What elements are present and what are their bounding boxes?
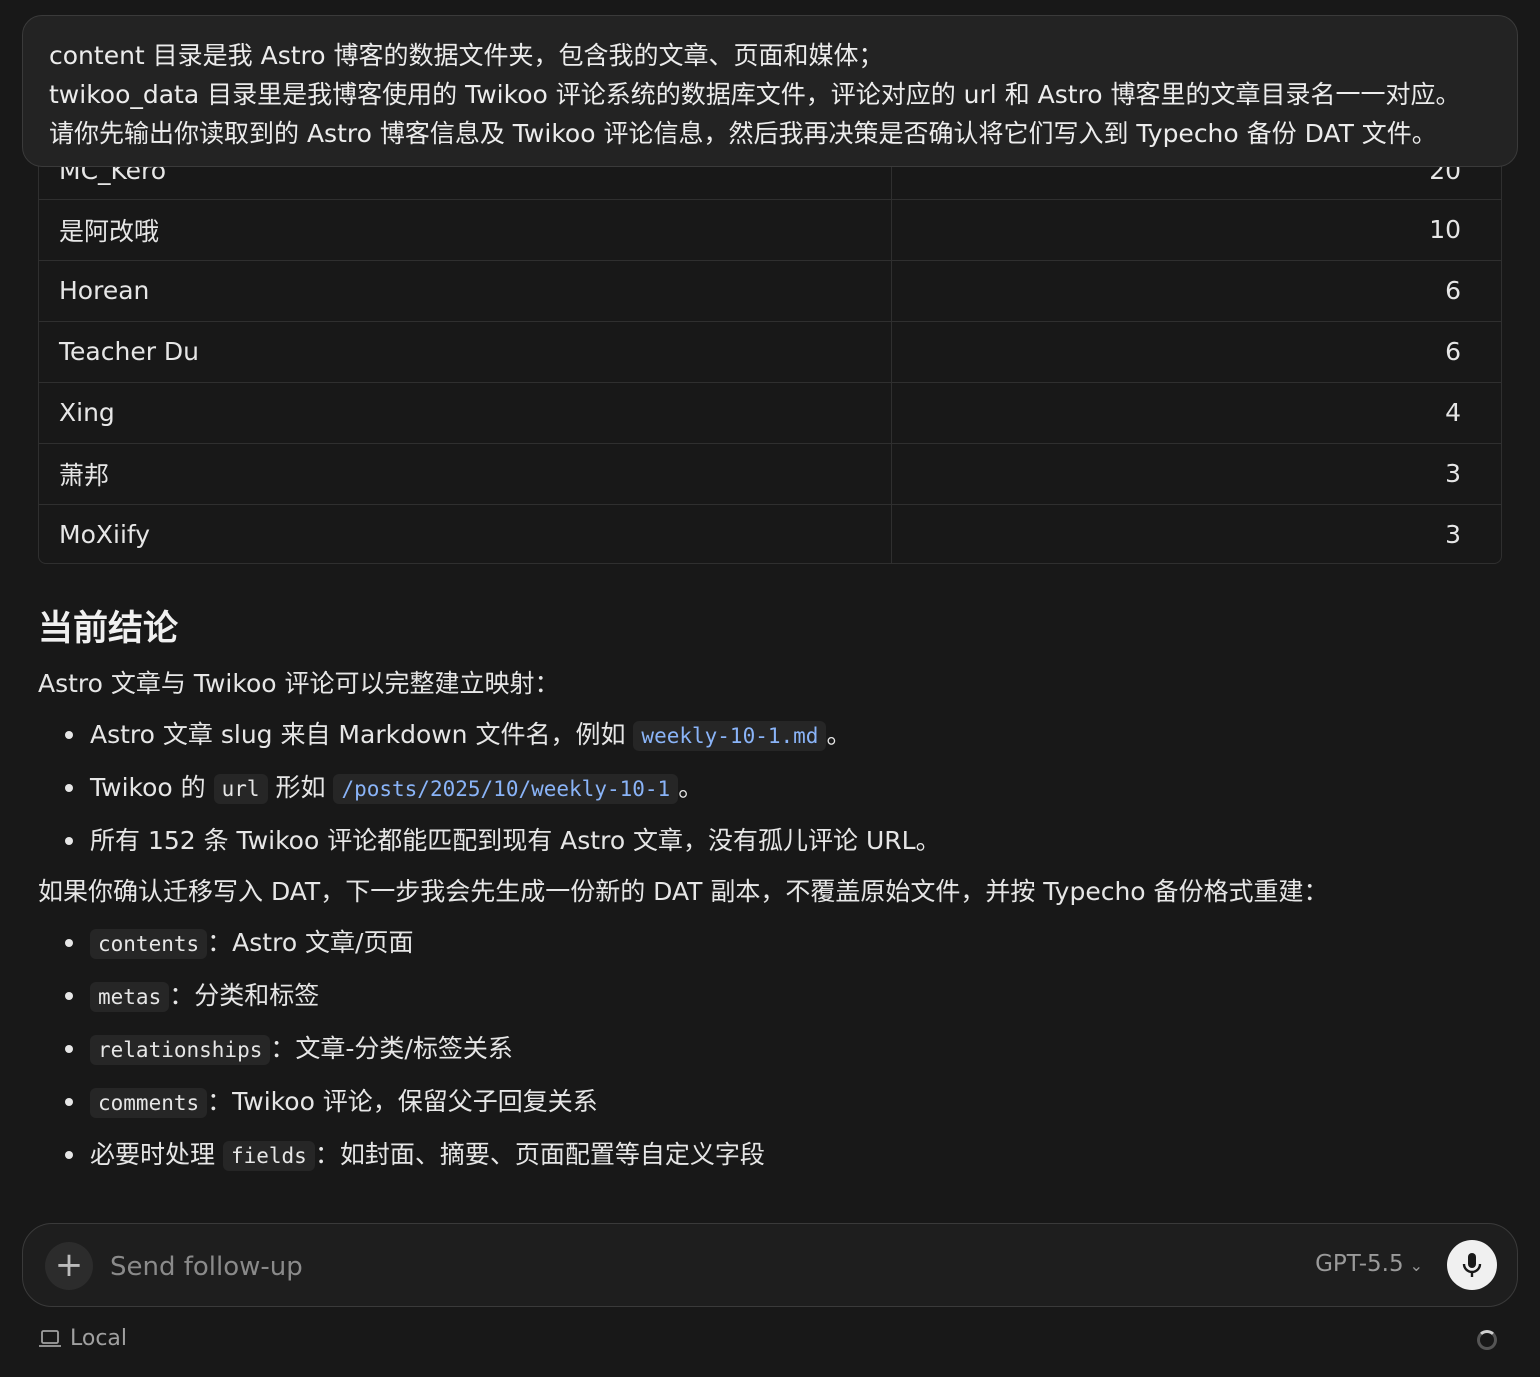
item-text: Twikoo 的 bbox=[90, 773, 214, 802]
commenter-name: 是阿改哦 bbox=[39, 199, 892, 261]
comment-count: 6 bbox=[891, 260, 1501, 322]
inline-code: weekly-10-1.md bbox=[633, 721, 827, 751]
list-item: Astro 文章 slug 来自 Markdown 文件名，例如 weekly-… bbox=[65, 709, 1502, 762]
microphone-icon bbox=[1462, 1253, 1482, 1277]
item-text: ：Astro 文章/页面 bbox=[207, 928, 414, 957]
follow-up-input[interactable] bbox=[108, 1246, 1012, 1288]
list-item: Twikoo 的 url 形如 /posts/2025/10/weekly-10… bbox=[65, 762, 1502, 815]
assistant-response: 当前结论 Astro 文章与 Twikoo 评论可以完整建立映射： Astro … bbox=[38, 600, 1502, 1182]
inline-code: metas bbox=[90, 982, 170, 1012]
item-text: 。 bbox=[826, 720, 852, 749]
inline-code: relationships bbox=[90, 1035, 271, 1065]
inline-code: url bbox=[213, 774, 268, 804]
conclusion-heading: 当前结论 bbox=[38, 609, 179, 649]
list-item: contents ：Astro 文章/页面 bbox=[65, 917, 1502, 970]
table-row: 萧邦 3 bbox=[39, 443, 1501, 505]
laptop-icon bbox=[39, 1329, 61, 1347]
environment-label: Local bbox=[70, 1326, 128, 1351]
comment-count: 3 bbox=[891, 443, 1501, 505]
item-text: ：文章-分类/标签关系 bbox=[270, 1034, 513, 1063]
table-row: MoXiify 3 bbox=[39, 504, 1501, 563]
item-text: 形如 bbox=[267, 773, 334, 802]
model-selector[interactable]: GPT-5.5 ⌄ bbox=[1315, 1251, 1423, 1277]
chevron-down-icon: ⌄ bbox=[1409, 1256, 1423, 1275]
commenter-table: MC_Kero 20 是阿改哦 10 Horean 6 Teacher Du 6… bbox=[38, 138, 1502, 564]
list-item: metas ：分类和标签 bbox=[65, 970, 1502, 1023]
comment-count: 4 bbox=[891, 382, 1501, 444]
commenter-name: Horean bbox=[39, 260, 892, 322]
item-text: ：Twikoo 评论，保留父子回复关系 bbox=[207, 1087, 598, 1116]
plus-icon: + bbox=[54, 1245, 84, 1285]
prompt-line: twikoo_data 目录里是我博客使用的 Twikoo 评论系统的数据库文件… bbox=[49, 80, 1461, 109]
table-row: 是阿改哦 10 bbox=[39, 199, 1501, 261]
inline-code: /posts/2025/10/weekly-10-1 bbox=[333, 774, 679, 804]
item-text: ：如封面、摘要、页面配置等自定义字段 bbox=[314, 1140, 765, 1169]
comment-count: 10 bbox=[891, 199, 1501, 261]
item-text: 必要时处理 bbox=[90, 1140, 223, 1169]
table-row: Teacher Du 6 bbox=[39, 321, 1501, 383]
comment-count: 6 bbox=[891, 321, 1501, 383]
add-attachment-button[interactable]: + bbox=[45, 1242, 93, 1290]
item-text: ：分类和标签 bbox=[169, 981, 320, 1010]
list-item: 所有 152 条 Twikoo 评论都能匹配到现有 Astro 文章，没有孤儿评… bbox=[65, 815, 1502, 866]
list-item: comments ：Twikoo 评论，保留父子回复关系 bbox=[65, 1076, 1502, 1129]
prompt-line: 请你先输出你读取到的 Astro 博客信息及 Twikoo 评论信息，然后我再决… bbox=[49, 119, 1437, 148]
next-step-text: 如果你确认迁移写入 DAT，下一步我会先生成一份新的 DAT 副本，不覆盖原始文… bbox=[38, 877, 1329, 906]
mapping-list: Astro 文章 slug 来自 Markdown 文件名，例如 weekly-… bbox=[38, 709, 1502, 866]
comment-count: 3 bbox=[1445, 520, 1461, 550]
item-text: 。 bbox=[678, 773, 704, 802]
inline-code: comments bbox=[90, 1088, 208, 1118]
commenter-name: 萧邦 bbox=[39, 443, 892, 505]
dat-plan-list: contents ：Astro 文章/页面 metas ：分类和标签 relatio… bbox=[38, 917, 1502, 1182]
table-row: Xing 4 bbox=[39, 382, 1501, 444]
voice-input-button[interactable] bbox=[1447, 1240, 1497, 1290]
model-label: GPT-5.5 bbox=[1315, 1251, 1404, 1277]
loading-spinner-icon bbox=[1477, 1330, 1497, 1350]
commenter-name: MoXiify bbox=[39, 504, 892, 563]
commenter-name: Teacher Du bbox=[39, 321, 892, 383]
list-item: 必要时处理 fields ：如封面、摘要、页面配置等自定义字段 bbox=[65, 1129, 1502, 1182]
item-text: Astro 文章 slug 来自 Markdown 文件名，例如 bbox=[90, 720, 634, 749]
commenter-name: Xing bbox=[39, 382, 892, 444]
inline-code: fields bbox=[222, 1141, 315, 1171]
prompt-line: content 目录是我 Astro 博客的数据文件夹，包含我的文章、页面和媒体… bbox=[49, 41, 884, 70]
table-row: Horean 6 bbox=[39, 260, 1501, 322]
list-item: relationships ：文章-分类/标签关系 bbox=[65, 1023, 1502, 1076]
environment-selector[interactable]: Local bbox=[38, 1326, 127, 1351]
inline-code: contents bbox=[90, 929, 208, 959]
composer: + GPT-5.5 ⌄ bbox=[22, 1223, 1518, 1307]
user-prompt-bubble: content 目录是我 Astro 博客的数据文件夹，包含我的文章、页面和媒体… bbox=[22, 15, 1518, 167]
conclusion-intro: Astro 文章与 Twikoo 评论可以完整建立映射： bbox=[38, 669, 560, 698]
